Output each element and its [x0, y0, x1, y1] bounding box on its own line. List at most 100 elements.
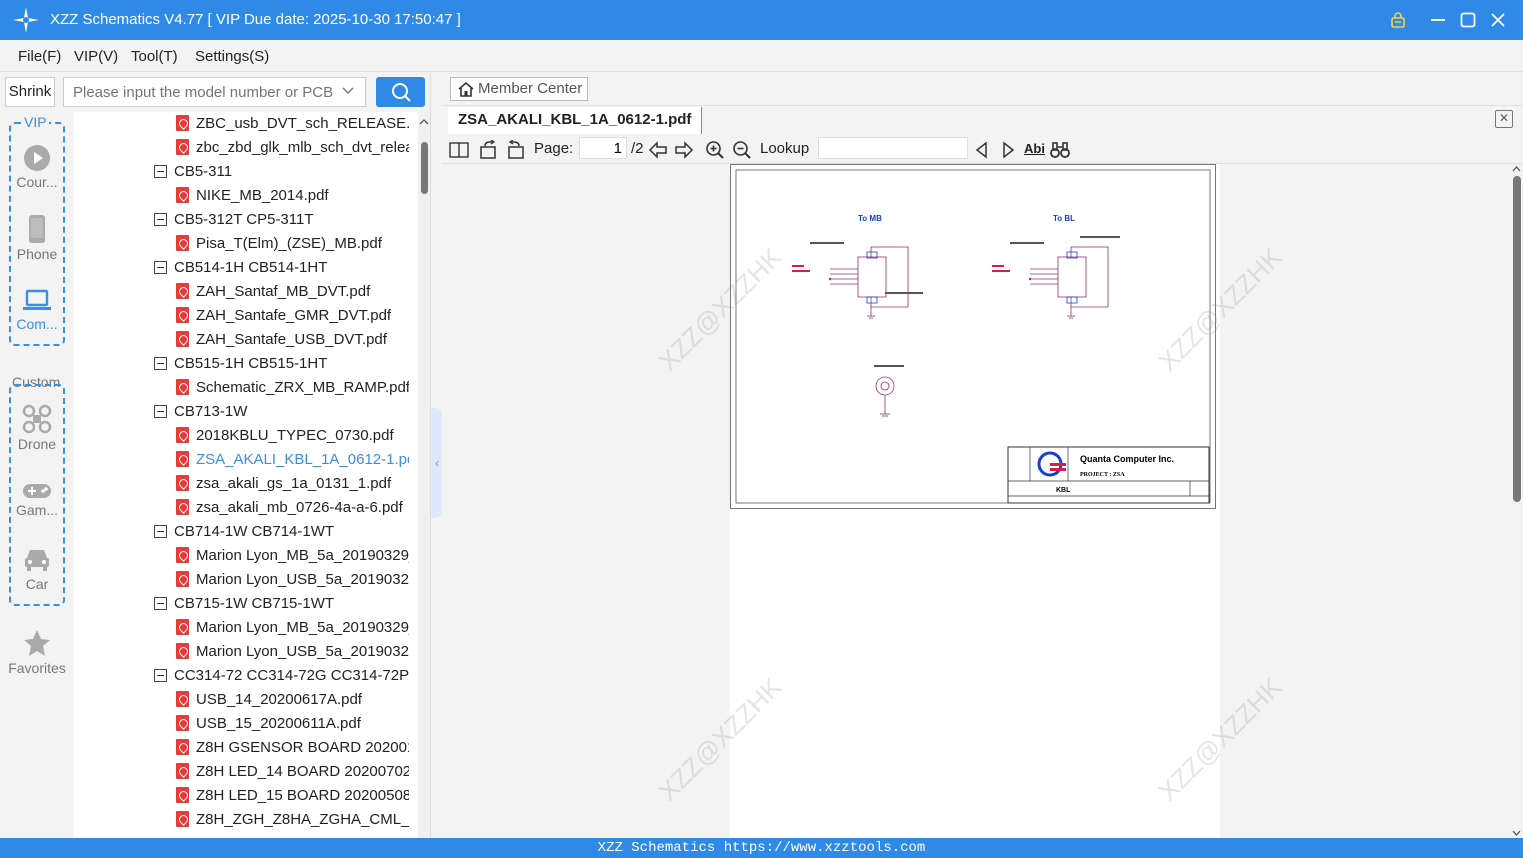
pdf-icon [176, 451, 189, 467]
sidebar-item-car[interactable]: Car [0, 546, 74, 592]
close-tabs-icon[interactable]: ✕ [1495, 110, 1513, 128]
tree-folder[interactable]: CB5-311 [154, 160, 232, 184]
tree-item-label: ZAH_Santaf_MB_DVT.pdf [196, 283, 371, 300]
tree-file[interactable]: zsa_akali_mb_0726-4a-a-6.pdf [176, 496, 403, 520]
close-button[interactable] [1486, 8, 1510, 32]
page-number-input[interactable] [579, 137, 627, 159]
collapse-icon[interactable] [154, 357, 167, 370]
viewer-scrollbar[interactable] [1510, 164, 1523, 838]
viewer-pane: Member Center ZSA_AKALI_KBL_1A_0612-1.pd… [442, 72, 1523, 838]
tree-file[interactable]: zbc_zbd_glk_mlb_sch_dvt_releas [176, 136, 409, 160]
rotate-left-icon[interactable] [479, 140, 499, 160]
collapse-icon[interactable] [154, 213, 167, 226]
find-next-icon[interactable] [998, 140, 1018, 160]
tree-file[interactable]: Marion Lyon_USB_5a_20190325 [176, 640, 409, 664]
menu-tool[interactable]: Tool(T) [131, 48, 178, 65]
tree-file[interactable]: Pisa_T(Elm)_(ZSE)_MB.pdf [176, 232, 382, 256]
two-page-icon[interactable] [449, 140, 469, 160]
tree-scroll-thumb[interactable] [421, 142, 428, 194]
rotate-right-icon[interactable] [505, 140, 525, 160]
tree-file[interactable]: ZBC_usb_DVT_sch_RELEASE.pdf [176, 112, 409, 136]
scroll-up-icon[interactable] [1510, 164, 1523, 174]
tree-file[interactable]: Marion Lyon_USB_5a_20190325 [176, 568, 409, 592]
menu-vip[interactable]: VIP(V) [74, 48, 118, 65]
tree-file[interactable]: Z8H_ZGH_Z8HA_ZGHA_CML_H_ [176, 808, 409, 832]
tree-file[interactable]: Z8H LED_15 BOARD 20200508A [176, 784, 409, 808]
tree-file[interactable]: ZAH_Santaf_MB_DVT.pdf [176, 280, 370, 304]
pdf-icon [176, 715, 189, 731]
tree-file[interactable]: Z8H LED_14 BOARD 20200702A [176, 760, 409, 784]
sidebar-item-favorites[interactable]: Favorites [0, 628, 74, 676]
menu-settings[interactable]: Settings(S) [195, 48, 269, 65]
pdf-icon [176, 139, 189, 155]
sidebar-item-game[interactable]: Gam... [0, 482, 74, 518]
tree-file[interactable]: ZSA_AKALI_KBL_1A_0612-1.pdf [176, 448, 409, 472]
sidebar-item-courses[interactable]: Cour... [0, 144, 74, 190]
pdf-icon [176, 499, 189, 515]
tree-folder[interactable]: CB5-312T CP5-311T [154, 208, 314, 232]
tree-file[interactable]: Z8H GSENSOR BOARD 2020010 [176, 736, 409, 760]
tree-file[interactable]: ZAH_Santafe_GMR_DVT.pdf [176, 304, 391, 328]
binoculars-icon[interactable] [1050, 140, 1070, 160]
lookup-input[interactable] [818, 137, 968, 159]
phone-icon [29, 215, 45, 243]
collapse-icon[interactable] [154, 525, 167, 538]
collapse-icon[interactable] [154, 597, 167, 610]
scroll-down-icon[interactable] [1510, 828, 1523, 838]
tree-folder[interactable]: CC314-72 CC314-72G CC314-72P C [154, 664, 409, 688]
match-case-button[interactable]: Abi [1024, 141, 1045, 156]
find-prev-icon[interactable] [972, 140, 992, 160]
tree-file[interactable]: ZAH_Santafe_USB_DVT.pdf [176, 328, 387, 352]
collapse-icon[interactable] [154, 405, 167, 418]
tree-file[interactable]: Marion Lyon_MB_5a_20190329_ [176, 544, 409, 568]
tree-item-label: zsa_akali_gs_1a_0131_1.pdf [196, 475, 392, 492]
search-input[interactable] [63, 77, 366, 107]
tree-item-label: ZAH_Santafe_GMR_DVT.pdf [196, 307, 392, 324]
tree-file[interactable]: Schematic_ZRX_MB_RAMP.pdf [176, 376, 409, 400]
tree-folder[interactable]: CB713-1W [154, 400, 247, 424]
tree-item-label: CB715-1W CB715-1WT [174, 595, 335, 612]
member-center-button[interactable]: Member Center [450, 77, 588, 101]
tree-item-label: Z8H LED_15 BOARD 20200508A [196, 787, 409, 804]
zoom-in-icon[interactable] [705, 140, 725, 160]
document-tab[interactable]: ZSA_AKALI_KBL_1A_0612-1.pdf [448, 107, 703, 134]
tree-file[interactable]: 2018KBLU_TYPEC_0730.pdf [176, 424, 394, 448]
collapse-icon[interactable] [154, 669, 167, 682]
viewer-scroll-thumb[interactable] [1513, 176, 1521, 502]
search-button[interactable] [376, 77, 425, 107]
sidebar-item-label: Phone [16, 246, 58, 262]
menu-file[interactable]: File(F) [18, 48, 61, 65]
sidebar-item-drone[interactable]: Drone [0, 404, 74, 452]
tree-folder[interactable]: CB514-1H CB514-1HT [154, 256, 327, 280]
tree-folder[interactable]: CB714-1W CB714-1WT [154, 520, 334, 544]
maximize-button[interactable] [1456, 8, 1480, 32]
pdf-icon [176, 547, 189, 563]
collapse-icon[interactable] [154, 165, 167, 178]
panel-splitter[interactable]: ‹ [430, 72, 443, 838]
prev-page-icon[interactable] [648, 140, 668, 160]
pdf-icon [176, 283, 189, 299]
tree-item-label: Marion Lyon_USB_5a_20190325 [196, 643, 409, 660]
tree-folder[interactable]: CB515-1H CB515-1HT [154, 352, 327, 376]
next-page-icon[interactable] [674, 140, 694, 160]
sidebar-item-computer[interactable]: Com... [0, 288, 74, 332]
lock-icon[interactable] [1386, 8, 1410, 32]
shrink-button[interactable]: Shrink [5, 77, 55, 107]
minimize-button[interactable] [1426, 8, 1450, 32]
tree-file[interactable]: NIKE_MB_2014.pdf [176, 184, 329, 208]
collapse-icon[interactable] [154, 261, 167, 274]
sidebar-item-phone[interactable]: Phone [0, 214, 74, 262]
tree-file[interactable]: Marion Lyon_MB_5a_20190329_ [176, 616, 409, 640]
member-center-label: Member Center [478, 80, 583, 97]
tree-folder[interactable]: CB715-1W CB715-1WT [154, 592, 334, 616]
chevron-down-icon[interactable] [340, 82, 356, 98]
scroll-up-icon[interactable] [418, 116, 430, 128]
sidebar-item-label: Car [25, 576, 49, 592]
tree-scrollbar[interactable] [418, 112, 430, 838]
tree-file[interactable]: USB_14_20200617A.pdf [176, 688, 362, 712]
pdf-viewer[interactable]: To MB To BL Quanta Computer Inc. PROJECT… [442, 164, 1523, 838]
zoom-out-icon[interactable] [732, 140, 752, 160]
pdf-icon [176, 187, 189, 203]
tree-file[interactable]: USB_15_20200611A.pdf [176, 712, 361, 736]
tree-file[interactable]: zsa_akali_gs_1a_0131_1.pdf [176, 472, 391, 496]
